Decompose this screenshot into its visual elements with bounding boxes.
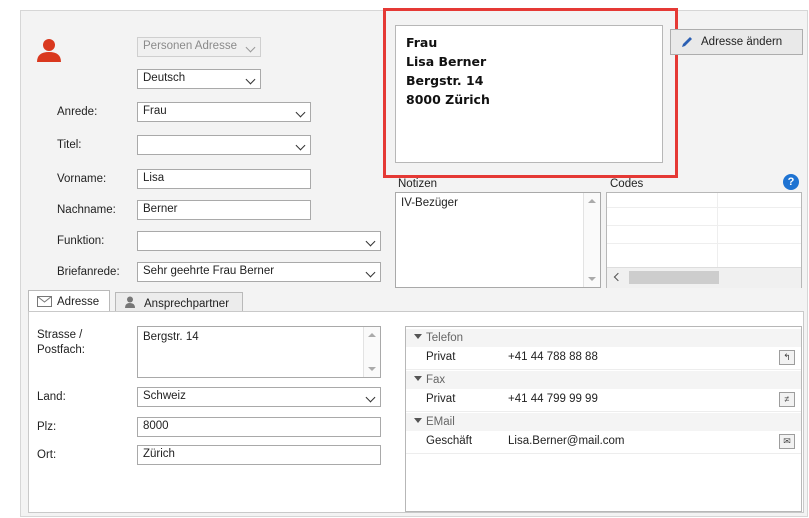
person-icon	[37, 39, 61, 62]
phone-call-icon[interactable]: ↰	[779, 350, 795, 365]
briefanrede-label: Briefanrede:	[57, 266, 120, 278]
category-select[interactable]: Personen Adresse	[137, 37, 261, 57]
contact-person-icon	[125, 296, 135, 308]
list-item[interactable]: Privat +41 44 788 88 88 ↰	[406, 347, 801, 370]
scroll-thumb[interactable]	[629, 271, 719, 284]
mail-icon[interactable]: ✉	[779, 434, 795, 449]
scroll-down-icon[interactable]	[368, 367, 376, 371]
ort-input[interactable]: Zürich	[137, 445, 381, 465]
funktion-label: Funktion:	[57, 235, 105, 247]
plz-label: Plz:	[37, 421, 57, 433]
vorname-input[interactable]: Lisa	[137, 169, 311, 189]
tab-adresse[interactable]: Adresse	[28, 290, 110, 312]
notes-scrollbar[interactable]	[583, 193, 600, 287]
scroll-up-icon[interactable]	[368, 333, 376, 337]
codes-label: Codes	[610, 178, 644, 190]
envelope-icon	[37, 296, 52, 307]
collapse-icon[interactable]	[414, 418, 422, 423]
tab-ansprechpartner[interactable]: Ansprechpartner	[115, 292, 243, 312]
briefanrede-select[interactable]: Sehr geehrte Frau Berner	[137, 262, 381, 282]
strasse-label: Strasse / Postfach:	[37, 329, 85, 356]
scroll-down-icon[interactable]	[588, 277, 596, 281]
titel-select[interactable]	[137, 135, 311, 155]
collapse-icon[interactable]	[414, 376, 422, 381]
titel-label: Titel:	[57, 139, 82, 151]
group-telefon[interactable]: Telefon	[406, 329, 801, 347]
anrede-label: Anrede:	[57, 106, 98, 118]
group-email[interactable]: EMail	[406, 413, 801, 431]
nachname-label: Nachname:	[57, 204, 116, 216]
collapse-icon[interactable]	[414, 334, 422, 339]
notes-label: Notizen	[398, 178, 437, 190]
strasse-scrollbar[interactable]	[363, 327, 380, 377]
fax-icon[interactable]: ≠	[779, 392, 795, 407]
scroll-left-icon[interactable]	[613, 272, 623, 282]
plz-input[interactable]: 8000	[137, 417, 381, 437]
contacts-list: Telefon Privat +41 44 788 88 88 ↰ Fax Pr…	[405, 326, 802, 512]
vorname-label: Vorname:	[57, 173, 107, 185]
language-select[interactable]: Deutsch	[137, 69, 261, 89]
anrede-select[interactable]: Frau	[137, 102, 311, 122]
list-item[interactable]: Geschäft Lisa.Berner@mail.com ✉	[406, 431, 801, 454]
funktion-select[interactable]	[137, 231, 381, 251]
notes-textarea[interactable]: IV-Bezüger	[395, 192, 601, 288]
change-address-button[interactable]: Adresse ändern	[670, 29, 803, 55]
land-label: Land:	[37, 391, 66, 403]
help-icon[interactable]: ?	[783, 174, 799, 190]
list-item[interactable]: Privat +41 44 799 99 99 ≠	[406, 389, 801, 412]
group-fax[interactable]: Fax	[406, 371, 801, 389]
codes-grid[interactable]	[606, 192, 802, 288]
nachname-input[interactable]: Berner	[137, 200, 311, 220]
ort-label: Ort:	[37, 449, 57, 461]
strasse-textarea[interactable]: Bergstr. 14	[137, 326, 381, 378]
scroll-up-icon[interactable]	[588, 199, 596, 203]
highlight-frame	[383, 8, 678, 178]
codes-hscrollbar[interactable]	[607, 267, 801, 288]
pencil-icon	[682, 37, 692, 47]
land-select[interactable]: Schweiz	[137, 387, 381, 407]
